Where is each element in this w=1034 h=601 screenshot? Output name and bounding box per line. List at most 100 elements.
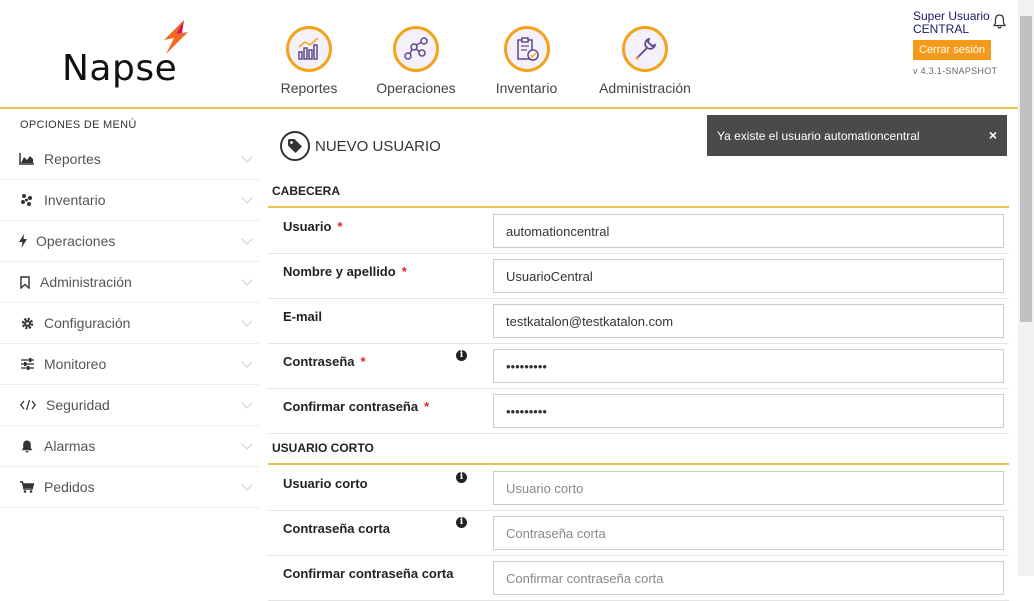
label-text: Confirmar contraseña	[283, 399, 419, 414]
sidebar-item-label: Configuración	[44, 315, 131, 331]
chevron-down-icon	[241, 397, 253, 409]
chevron-down-icon	[241, 356, 253, 368]
sidebar-item-label: Monitoreo	[44, 356, 107, 372]
password-corta-input[interactable]	[493, 516, 1004, 550]
field-label-nombre: Nombre y apellido *	[283, 264, 407, 279]
chevron-down-icon	[241, 274, 253, 286]
code-icon	[18, 397, 38, 413]
gear-icon	[18, 315, 36, 331]
nav-label: Operaciones	[376, 80, 456, 96]
yelp-icon	[18, 192, 36, 208]
label-text: Contraseña corta	[283, 521, 390, 536]
form-row-confirm-password: Confirmar contraseña *	[268, 389, 1009, 434]
clipboard-check-icon	[503, 26, 550, 72]
label-text: Usuario	[283, 219, 332, 234]
section-cabecera: CABECERA	[268, 184, 1009, 208]
chevron-down-icon	[241, 438, 253, 450]
info-icon[interactable]: i	[456, 350, 467, 361]
bookmark-icon	[18, 274, 32, 290]
tag-icon	[280, 131, 310, 161]
nav-label: Inventario	[495, 80, 558, 96]
nav-operaciones[interactable]: Operaciones	[376, 0, 456, 105]
usuario-corto-input[interactable]	[493, 471, 1004, 505]
form-row-password: Contraseña * i	[268, 344, 1009, 389]
info-icon[interactable]: i	[456, 517, 467, 528]
nav-label: Reportes	[280, 80, 338, 96]
sidebar-item-label: Pedidos	[44, 479, 95, 495]
required-marker: *	[337, 219, 343, 234]
form-row-usuario-corto: Usuario corto i	[268, 466, 1009, 511]
usuario-input[interactable]	[493, 214, 1004, 248]
sidebar-item-configuracion[interactable]: Configuración	[0, 303, 259, 344]
label-text: E-mail	[283, 309, 323, 324]
wrench-icon	[622, 26, 668, 72]
sliders-icon	[18, 356, 36, 372]
field-label-usuario-corto: Usuario corto	[283, 476, 368, 491]
form-row-email: E-mail	[268, 299, 1009, 344]
form-row-password-corta: Contraseña corta i	[268, 511, 1009, 556]
cart-icon	[18, 479, 36, 495]
sidebar-item-inventario[interactable]: Inventario	[0, 180, 259, 221]
sidebar-item-reportes[interactable]: Reportes	[0, 139, 259, 180]
field-label-confirm-password: Confirmar contraseña *	[283, 399, 429, 414]
chevron-down-icon	[241, 479, 253, 491]
nav-inventario[interactable]: Inventario	[495, 0, 558, 105]
chevron-down-icon	[241, 315, 253, 327]
password-input[interactable]	[493, 349, 1004, 383]
sidebar-item-label: Alarmas	[44, 438, 96, 454]
sidebar-item-label: Seguridad	[46, 397, 110, 413]
sidebar-item-monitoreo[interactable]: Monitoreo	[0, 344, 259, 385]
napse-logo[interactable]: Napse	[62, 20, 202, 90]
brand-mark-icon	[164, 20, 188, 54]
chevron-down-icon	[241, 233, 253, 245]
field-label-email: E-mail	[283, 309, 322, 324]
sidebar-item-pedidos[interactable]: Pedidos	[0, 467, 259, 508]
sidebar-item-label: Reportes	[44, 151, 101, 167]
nav-label: Administración	[599, 80, 691, 96]
bell-icon	[18, 438, 36, 454]
sidebar-title: OPCIONES DE MENÚ	[20, 119, 137, 131]
field-label-password: Contraseña *	[283, 354, 366, 369]
label-text: Nombre y apellido	[283, 264, 396, 279]
notifications-bell-icon[interactable]	[993, 14, 1006, 29]
form-row-usuario: Usuario *	[268, 209, 1009, 254]
area-chart-icon	[18, 151, 36, 167]
network-icon	[393, 26, 439, 72]
chevron-down-icon	[241, 192, 253, 204]
form-row-confirm-password-corta: Confirmar contraseña corta	[268, 556, 1009, 601]
confirm-password-input[interactable]	[493, 394, 1004, 428]
close-icon[interactable]: ×	[989, 127, 997, 143]
sidebar-item-label: Operaciones	[36, 233, 116, 249]
toast-message: Ya existe el usuario automationcentral	[717, 128, 920, 143]
form-row-nombre: Nombre y apellido *	[268, 254, 1009, 299]
email-input[interactable]	[493, 304, 1004, 338]
brand-name: Napse	[62, 48, 178, 89]
sidebar-item-label: Inventario	[44, 192, 106, 208]
page-scrollbar[interactable]	[1018, 0, 1034, 576]
sidebar-item-operaciones[interactable]: Operaciones	[0, 221, 259, 262]
confirm-password-corta-input[interactable]	[493, 561, 1004, 595]
required-marker: *	[401, 264, 407, 279]
scrollbar-thumb[interactable]	[1020, 16, 1032, 322]
field-label-usuario: Usuario *	[283, 219, 342, 234]
chevron-down-icon	[241, 151, 253, 163]
sidebar-item-alarmas[interactable]: Alarmas	[0, 426, 259, 467]
error-toast: Ya existe el usuario automationcentral ×	[707, 115, 1007, 156]
sidebar: OPCIONES DE MENÚ Reportes Inventario Ope…	[0, 111, 259, 576]
label-text: Confirmar contraseña corta	[283, 566, 454, 581]
field-label-confirm-password-corta: Confirmar contraseña corta	[283, 566, 454, 581]
app-header: Napse Reportes Operaciones Inventario Ad…	[0, 0, 1018, 109]
label-text: Contraseña	[283, 354, 355, 369]
nav-administracion[interactable]: Administración	[597, 0, 693, 105]
sidebar-item-seguridad[interactable]: Seguridad	[0, 385, 259, 426]
nombre-input[interactable]	[493, 259, 1004, 293]
info-icon[interactable]: i	[456, 472, 467, 483]
logout-button[interactable]: Cerrar sesión	[913, 40, 992, 60]
sidebar-item-administracion[interactable]: Administración	[0, 262, 259, 303]
label-text: Usuario corto	[283, 476, 368, 491]
page-title: NUEVO USUARIO	[315, 138, 441, 155]
chart-icon	[286, 26, 332, 72]
sidebar-item-label: Administración	[40, 274, 132, 290]
required-marker: *	[424, 399, 430, 414]
nav-reportes[interactable]: Reportes	[280, 0, 338, 105]
